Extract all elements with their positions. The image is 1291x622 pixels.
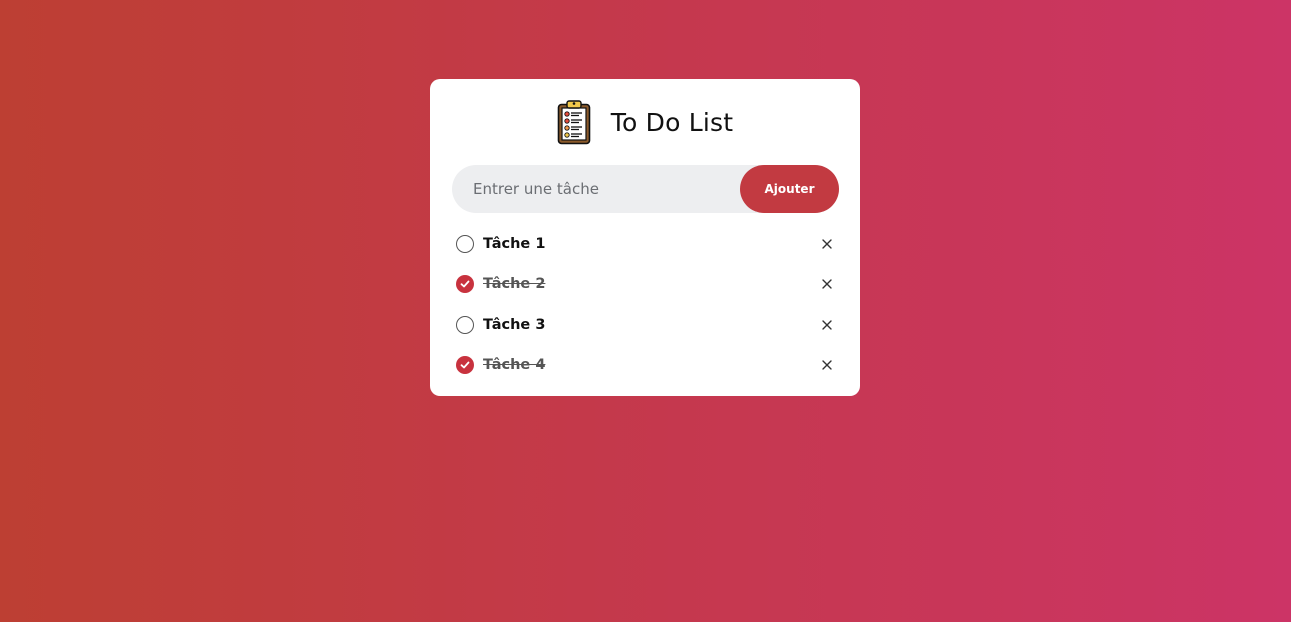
task-label: Tâche 1 — [483, 236, 546, 253]
delete-icon[interactable] — [816, 273, 838, 295]
unchecked-icon[interactable] — [456, 315, 474, 334]
delete-icon[interactable] — [816, 314, 838, 336]
page-title: To Do List — [610, 107, 734, 137]
task-label: Tâche 2 — [483, 276, 546, 293]
checked-icon[interactable] — [456, 356, 474, 375]
task-label: Tâche 3 — [483, 316, 546, 333]
task-item[interactable]: Tâche 4 — [456, 345, 838, 385]
task-item[interactable]: Tâche 3 — [456, 305, 838, 345]
unchecked-icon[interactable] — [456, 235, 474, 254]
app-header: To Do List — [430, 99, 860, 145]
task-list: Tâche 1 Tâche 2 Tâche 3 Tâche 4 — [456, 224, 838, 385]
task-item[interactable]: Tâche 1 — [456, 224, 838, 264]
todo-card: To Do List Ajouter Tâche 1 Tâche 2 Tâche 3… — [430, 79, 860, 396]
task-input-row: Ajouter — [452, 165, 839, 213]
task-item[interactable]: Tâche 2 — [456, 264, 838, 304]
add-task-button[interactable]: Ajouter — [740, 165, 839, 213]
task-label: Tâche 4 — [483, 357, 546, 374]
checked-icon[interactable] — [456, 275, 474, 294]
clipboard-icon — [557, 100, 591, 145]
delete-icon[interactable] — [816, 233, 838, 255]
task-input[interactable] — [452, 165, 740, 213]
delete-icon[interactable] — [816, 354, 838, 376]
